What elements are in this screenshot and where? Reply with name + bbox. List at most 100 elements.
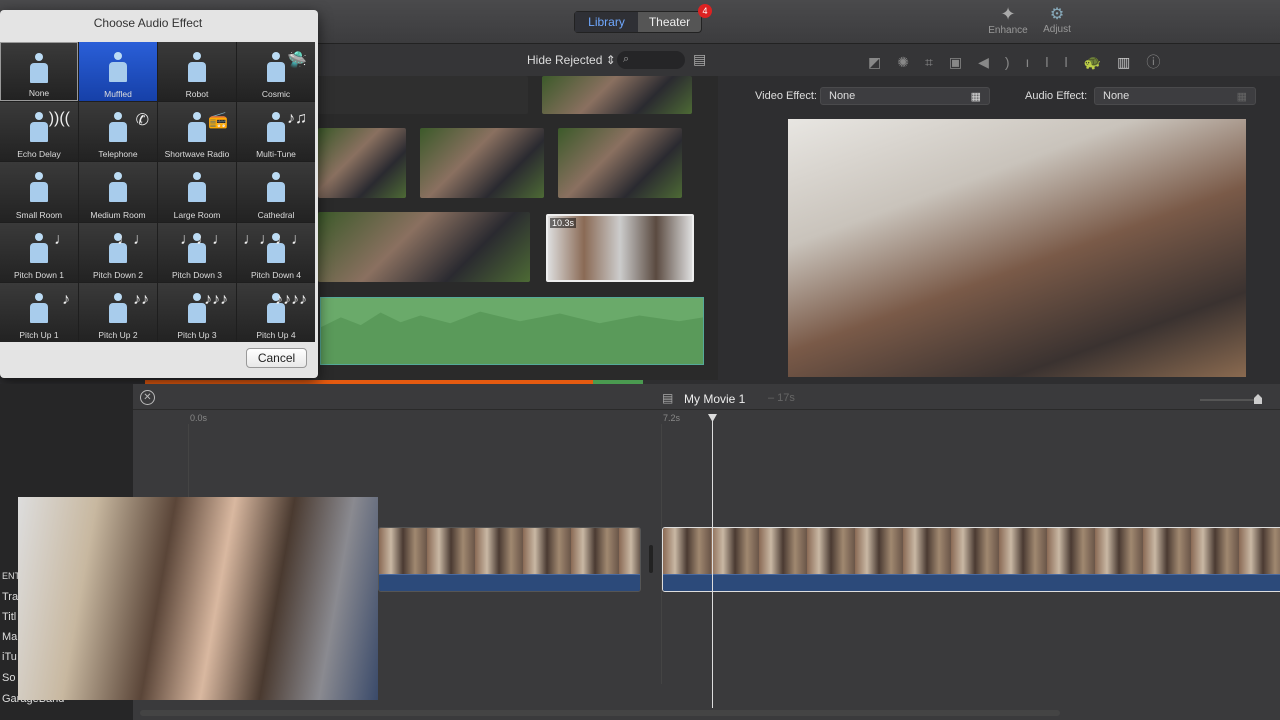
effect-icon: 🛸 bbox=[287, 52, 307, 69]
audio-effect-telephone[interactable]: ✆ Telephone bbox=[79, 102, 157, 162]
audio-effect-dropdown[interactable]: None ▦ bbox=[1094, 87, 1256, 105]
effect-icon: ))(( bbox=[48, 110, 70, 128]
audio-effect-none[interactable]: None bbox=[0, 42, 78, 102]
effect-icon: ♪♪♪ bbox=[204, 290, 228, 308]
audio-effect-label: Audio Effect: bbox=[1025, 90, 1088, 102]
close-timeline-icon[interactable]: ✕ bbox=[140, 390, 155, 405]
sidebar-item[interactable]: Tra bbox=[2, 591, 18, 603]
audio-effect-multi-tune[interactable]: ♪♫ Multi-Tune bbox=[237, 102, 315, 162]
cancel-button[interactable]: Cancel bbox=[246, 348, 307, 368]
theater-button[interactable]: Theater bbox=[638, 12, 701, 32]
clip-thumbnail[interactable] bbox=[542, 76, 692, 114]
enhance-button[interactable]: ✦ Enhance bbox=[985, 4, 1031, 36]
clip-filter-icon[interactable]: ▥ bbox=[1117, 54, 1146, 70]
person-icon bbox=[108, 292, 128, 323]
audio-waveform-clip[interactable] bbox=[320, 297, 704, 365]
audio-effect-pitch-up-3[interactable]: ♪♪♪ Pitch Up 3 bbox=[158, 282, 236, 342]
audio-effect-pitch-down-4[interactable]: ♩♩♩♩ Pitch Down 4 bbox=[237, 222, 315, 282]
enhance-label: Enhance bbox=[988, 25, 1028, 36]
effect-label: Pitch Down 1 bbox=[13, 269, 65, 280]
zoom-slider[interactable] bbox=[1200, 394, 1262, 404]
info-icon[interactable]: ⓘ bbox=[1146, 54, 1176, 70]
audio-effect-robot[interactable]: Robot bbox=[158, 42, 236, 102]
timeline-clip-selected[interactable] bbox=[662, 527, 1280, 592]
clip-duration: 10.3s bbox=[550, 218, 577, 228]
search-icon: ⌕ bbox=[623, 53, 630, 65]
audio-effect-pitch-up-2[interactable]: ♪♪ Pitch Up 2 bbox=[79, 282, 157, 342]
audio-effect-pitch-down-2[interactable]: ♩♩ Pitch Down 2 bbox=[79, 222, 157, 282]
dialog-title: Choose Audio Effect bbox=[93, 16, 203, 30]
video-effect-label: Video Effect: bbox=[755, 90, 817, 102]
clip-thumbnail[interactable] bbox=[558, 128, 682, 198]
audio-effect-pitch-down-3[interactable]: ♩♩♩ Pitch Down 3 bbox=[158, 222, 236, 282]
video-preview[interactable] bbox=[788, 119, 1246, 377]
video-effect-value: None bbox=[829, 90, 856, 102]
filter-label: Hide Rejected bbox=[527, 53, 603, 67]
clip-audio bbox=[379, 574, 640, 591]
magic-wand-icon: ✦ bbox=[1000, 4, 1016, 24]
sidebar-item[interactable]: So bbox=[2, 672, 15, 684]
library-button[interactable]: Library bbox=[575, 12, 638, 32]
effect-label: Pitch Down 2 bbox=[92, 269, 144, 280]
time-tick: 7.2s bbox=[663, 413, 681, 423]
sidebar-item[interactable]: Titl bbox=[2, 611, 16, 623]
hide-rejected-dropdown[interactable]: Hide Rejected ⇕ bbox=[527, 53, 616, 67]
audio-effect-cosmic[interactable]: 🛸 Cosmic bbox=[237, 42, 315, 102]
equalizer-icon[interactable]: ıll bbox=[1026, 54, 1084, 70]
effect-label: Pitch Up 1 bbox=[19, 330, 59, 340]
playhead[interactable] bbox=[708, 414, 717, 708]
effect-label: Medium Room bbox=[90, 209, 146, 220]
missing-clip-thumbnail[interactable] bbox=[318, 76, 528, 114]
effect-label: Echo Delay bbox=[17, 149, 61, 160]
person-icon bbox=[29, 172, 49, 203]
audio-effect-pitch-up-1[interactable]: ♪ Pitch Up 1 bbox=[0, 282, 78, 342]
person-icon bbox=[187, 112, 207, 143]
audio-effect-medium-room[interactable]: Medium Room bbox=[79, 162, 157, 222]
sliders-icon: ⚙ bbox=[1049, 6, 1065, 23]
effect-icon: ♪ bbox=[62, 290, 70, 308]
audio-effect-pitch-up-4[interactable]: ♪♪♪♪ Pitch Up 4 bbox=[237, 282, 315, 342]
audio-effect-large-room[interactable]: Large Room bbox=[158, 162, 236, 222]
color-palette-icon[interactable]: ✺ bbox=[897, 54, 925, 70]
effect-label: Pitch Up 2 bbox=[98, 330, 138, 340]
effect-icon: ♩♩ bbox=[117, 230, 149, 248]
clip-thumbnail[interactable] bbox=[318, 128, 406, 198]
filmstrip-icon: ▤ bbox=[662, 391, 674, 405]
movie-title: My Movie 1 bbox=[684, 392, 746, 406]
audio-effect-shortwave-radio[interactable]: 📻 Shortwave Radio bbox=[158, 102, 236, 162]
search-input[interactable]: ⌕ bbox=[617, 51, 685, 69]
crop-icon[interactable]: ⌗ bbox=[925, 54, 949, 70]
audio-effect-cathedral[interactable]: Cathedral bbox=[237, 162, 315, 222]
audio-effect-echo-delay[interactable]: ))(( Echo Delay bbox=[0, 102, 78, 162]
clip-thumbnail[interactable] bbox=[420, 128, 544, 198]
color-balance-icon[interactable]: ◩ bbox=[868, 54, 897, 70]
effect-label: Muffled bbox=[104, 89, 132, 100]
clip-thumbnail[interactable] bbox=[318, 212, 530, 282]
person-icon bbox=[187, 172, 207, 203]
transition-marker[interactable] bbox=[649, 545, 653, 573]
person-icon bbox=[108, 172, 128, 203]
timeline-scrollbar[interactable] bbox=[140, 710, 1060, 716]
person-icon bbox=[187, 52, 207, 82]
clip-frames bbox=[379, 528, 640, 574]
timeline-clip[interactable] bbox=[378, 527, 641, 592]
audio-effect-small-room[interactable]: Small Room bbox=[0, 162, 78, 222]
speed-icon[interactable]: 🐢 bbox=[1084, 54, 1117, 70]
adjust-button[interactable]: ⚙ Adjust bbox=[1036, 4, 1078, 35]
filmstrip-icon[interactable]: ▤ bbox=[693, 51, 706, 68]
volume-icon[interactable]: ◀) bbox=[978, 54, 1025, 70]
person-icon bbox=[266, 112, 286, 143]
selected-clip-thumbnail[interactable]: 10.3s bbox=[546, 214, 694, 282]
theater-badge: 4 bbox=[698, 4, 712, 18]
sidebar-item[interactable]: iTu bbox=[2, 651, 17, 663]
effect-label: Pitch Up 4 bbox=[256, 330, 296, 340]
person-icon bbox=[108, 52, 128, 82]
audio-effect-muffled[interactable]: Muffled bbox=[79, 42, 157, 102]
audio-effect-pitch-down-1[interactable]: ♩ Pitch Down 1 bbox=[0, 222, 78, 282]
person-icon bbox=[29, 232, 49, 263]
sidebar-item[interactable]: Ma bbox=[2, 631, 17, 643]
time-tick: 0.0s bbox=[190, 413, 208, 423]
video-effect-dropdown[interactable]: None ▦ bbox=[820, 87, 990, 105]
effect-label: Pitch Down 3 bbox=[171, 269, 223, 280]
stabilize-icon[interactable]: ▣ bbox=[949, 54, 978, 70]
